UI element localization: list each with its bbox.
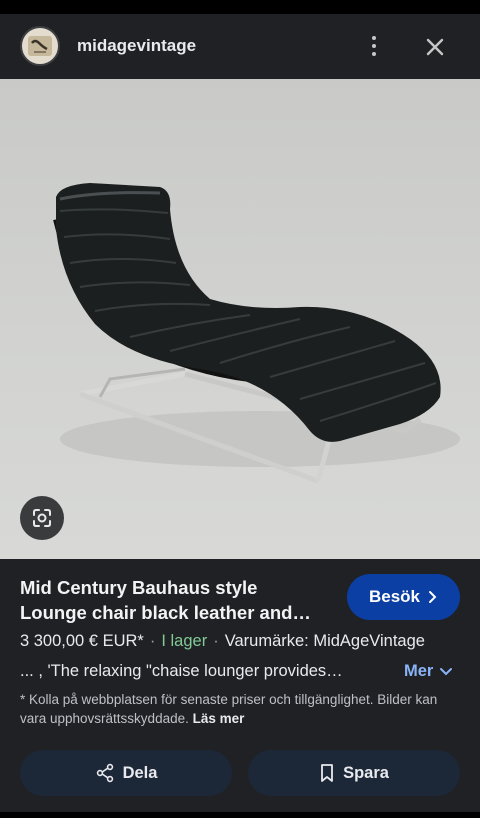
product-title-line2: Lounge chair black leather and… [20, 602, 311, 623]
share-icon [96, 763, 113, 783]
product-meta: 3 300,00 € EUR* · I lager · Varumärke: MidAg… [20, 632, 425, 650]
chevron-down-icon [440, 667, 453, 675]
more-label: Mer [404, 662, 434, 680]
status-bar [0, 0, 480, 14]
site-avatar[interactable] [20, 26, 60, 66]
site-name[interactable]: midagevintage [77, 36, 196, 56]
chaise-lounge-photo [53, 183, 460, 484]
share-label: Dela [122, 763, 158, 782]
navigation-bar [0, 812, 480, 818]
brand: Varumärke: MidAgeVintage [224, 632, 425, 650]
product-description: ... , 'The relaxing "chaise lounger prov… [20, 662, 343, 680]
share-button[interactable]: Dela [20, 750, 232, 796]
product-image[interactable] [0, 79, 480, 559]
chair-logo-icon [28, 36, 52, 56]
action-bar: Dela Spara [20, 750, 460, 796]
chevron-right-icon [429, 591, 437, 603]
visit-button[interactable]: Besök [347, 574, 460, 620]
more-button[interactable]: Mer [404, 662, 453, 681]
save-label: Spara [343, 763, 389, 782]
price: 3 300,00 € EUR* [20, 632, 144, 650]
more-vert-icon[interactable] [364, 34, 384, 58]
product-title[interactable]: Mid Century Bauhaus style Lounge chair b… [20, 575, 330, 625]
read-more-link[interactable]: Läs mer [193, 711, 245, 726]
header: midagevintage [0, 14, 480, 79]
save-button[interactable]: Spara [248, 750, 460, 796]
google-lens-button[interactable] [20, 496, 64, 540]
bookmark-icon [321, 764, 333, 782]
product-title-line1: Mid Century Bauhaus style [20, 577, 258, 598]
stock-status: I lager [161, 632, 208, 650]
close-icon[interactable] [422, 34, 448, 60]
google-lens-icon [33, 509, 51, 527]
disclaimer: * Kolla på webbplatsen för senaste prise… [20, 690, 465, 728]
visit-label: Besök [368, 587, 421, 606]
